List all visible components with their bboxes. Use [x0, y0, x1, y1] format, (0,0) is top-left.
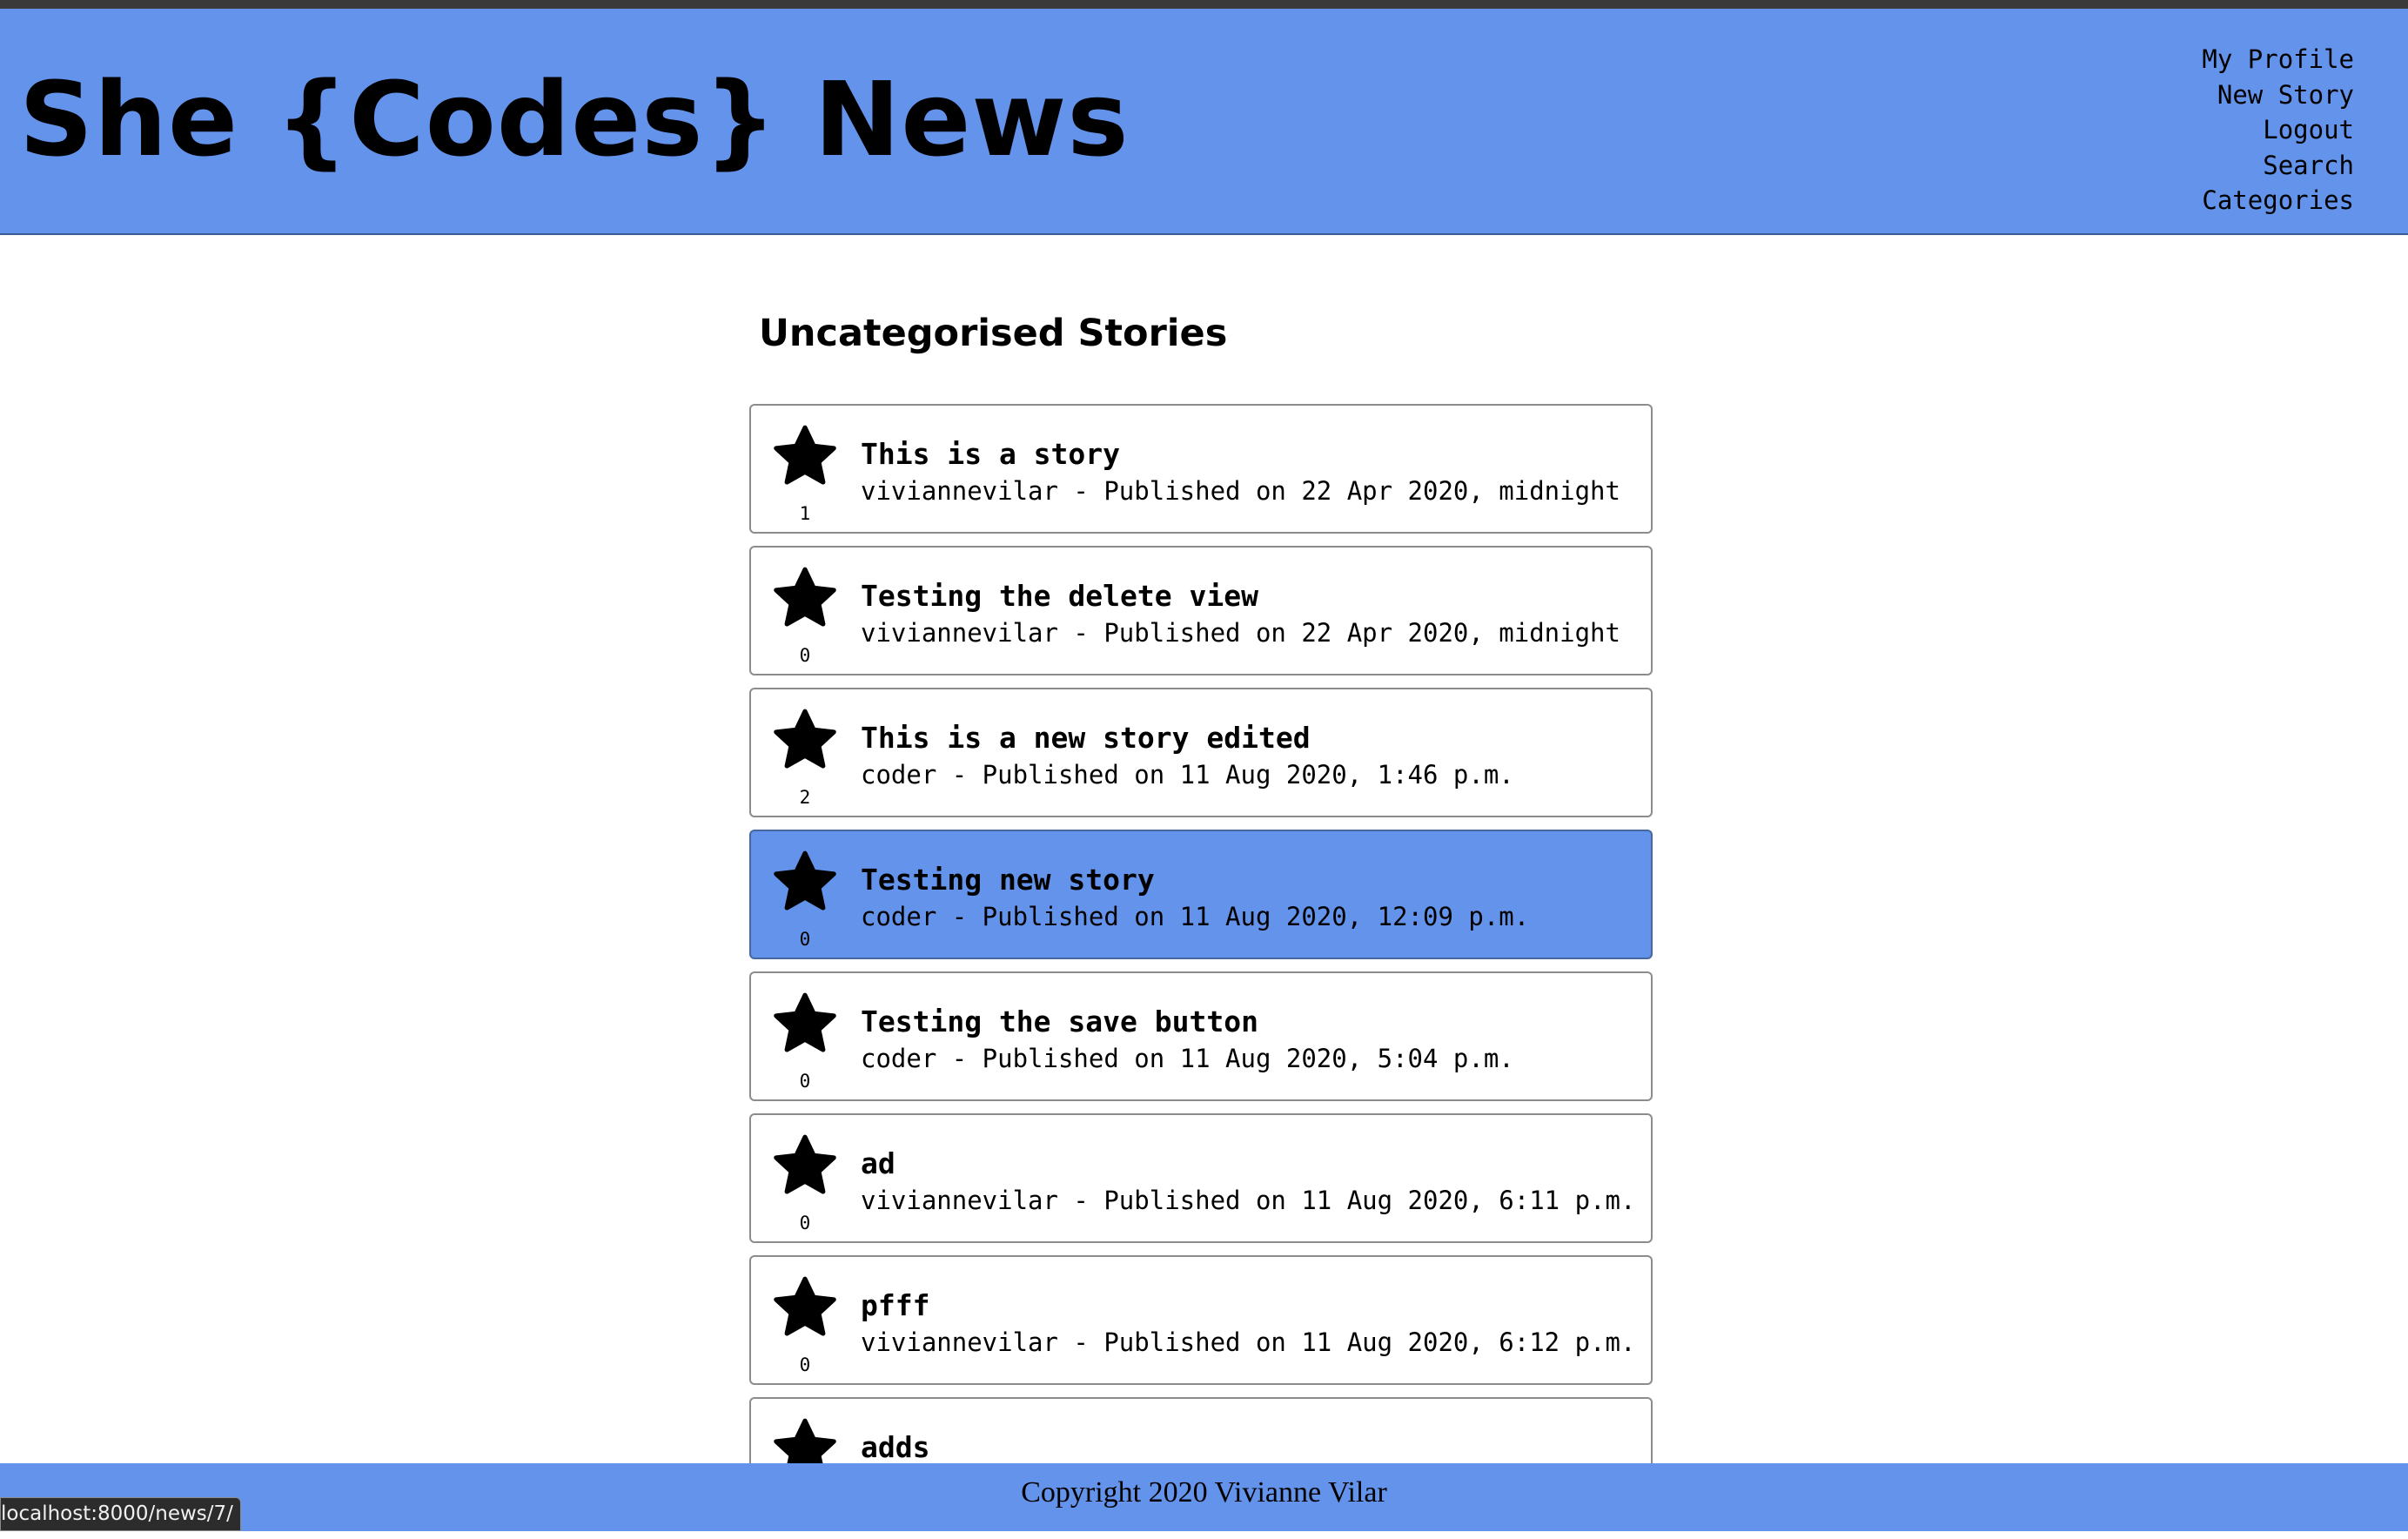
star-count: 0: [799, 1354, 811, 1375]
star-count: 0: [799, 1071, 811, 1092]
main-nav: My Profile New Story Logout Search Categ…: [2202, 42, 2354, 218]
nav-categories[interactable]: Categories: [2202, 183, 2354, 218]
story-title[interactable]: This is a story: [861, 437, 1120, 472]
story-meta: viviannevilar - Published on 11 Aug 2020…: [861, 1327, 1636, 1357]
star-icon[interactable]: [770, 1132, 840, 1200]
star-count: 0: [799, 1213, 811, 1233]
star-icon[interactable]: [770, 423, 840, 491]
story-card[interactable]: 0 Testing new story coder - Published on 1…: [749, 830, 1653, 959]
star-count: 0: [799, 645, 811, 666]
story-title[interactable]: pfff: [861, 1288, 929, 1323]
story-title[interactable]: adds: [861, 1430, 929, 1465]
star-count: 2: [799, 787, 811, 808]
page-title: Uncategorised Stories: [759, 312, 1228, 355]
star-count: 0: [799, 929, 811, 950]
star-icon[interactable]: [770, 1274, 840, 1342]
story-meta: viviannevilar - Published on 11 Aug 2020…: [861, 1186, 1636, 1215]
site-header: She {Codes} News My Profile New Story Lo…: [0, 9, 2408, 235]
nav-logout[interactable]: Logout: [2202, 112, 2354, 148]
story-card[interactable]: 1 This is a story viviannevilar - Publishe…: [749, 404, 1653, 534]
site-footer: Copyright 2020 Vivianne Vilar: [0, 1463, 2408, 1531]
status-bar-url: localhost:8000/news/7/: [0, 1497, 241, 1531]
story-title[interactable]: Testing the delete view: [861, 579, 1258, 614]
nav-my-profile[interactable]: My Profile: [2202, 42, 2354, 77]
story-list: 1 This is a story viviannevilar - Publishe…: [749, 404, 1653, 1539]
star-count: 1: [799, 503, 811, 524]
story-title[interactable]: Testing the save button: [861, 1005, 1258, 1039]
copyright-text: Copyright 2020 Vivianne Vilar: [1021, 1476, 1387, 1509]
story-meta: coder - Published on 11 Aug 2020, 1:46 p…: [861, 760, 1514, 790]
nav-new-story[interactable]: New Story: [2202, 77, 2354, 113]
nav-search[interactable]: Search: [2202, 148, 2354, 184]
story-meta: coder - Published on 11 Aug 2020, 5:04 p…: [861, 1044, 1514, 1073]
browser-top-edge: [0, 0, 2408, 9]
story-card[interactable]: 0 pfff viviannevilar - Published on 11 Aug…: [749, 1255, 1653, 1385]
star-icon[interactable]: [770, 849, 840, 917]
story-meta: viviannevilar - Published on 22 Apr 2020…: [861, 476, 1620, 506]
story-card[interactable]: 2 This is a new story edited coder - Publi…: [749, 688, 1653, 817]
story-meta: coder - Published on 11 Aug 2020, 12:09 …: [861, 902, 1530, 931]
star-icon[interactable]: [770, 707, 840, 775]
site-title[interactable]: She {Codes} News: [19, 68, 1130, 171]
star-icon[interactable]: [770, 565, 840, 633]
story-title[interactable]: Testing new story: [861, 863, 1155, 897]
story-title[interactable]: ad: [861, 1146, 895, 1181]
story-card[interactable]: 0 Testing the delete view viviannevilar - …: [749, 546, 1653, 675]
story-title[interactable]: This is a new story edited: [861, 721, 1311, 756]
star-icon[interactable]: [770, 991, 840, 1058]
story-card[interactable]: 0 Testing the save button coder - Publishe…: [749, 971, 1653, 1101]
story-meta: viviannevilar - Published on 22 Apr 2020…: [861, 618, 1620, 648]
story-card[interactable]: 0 ad viviannevilar - Published on 11 Aug 2…: [749, 1113, 1653, 1243]
